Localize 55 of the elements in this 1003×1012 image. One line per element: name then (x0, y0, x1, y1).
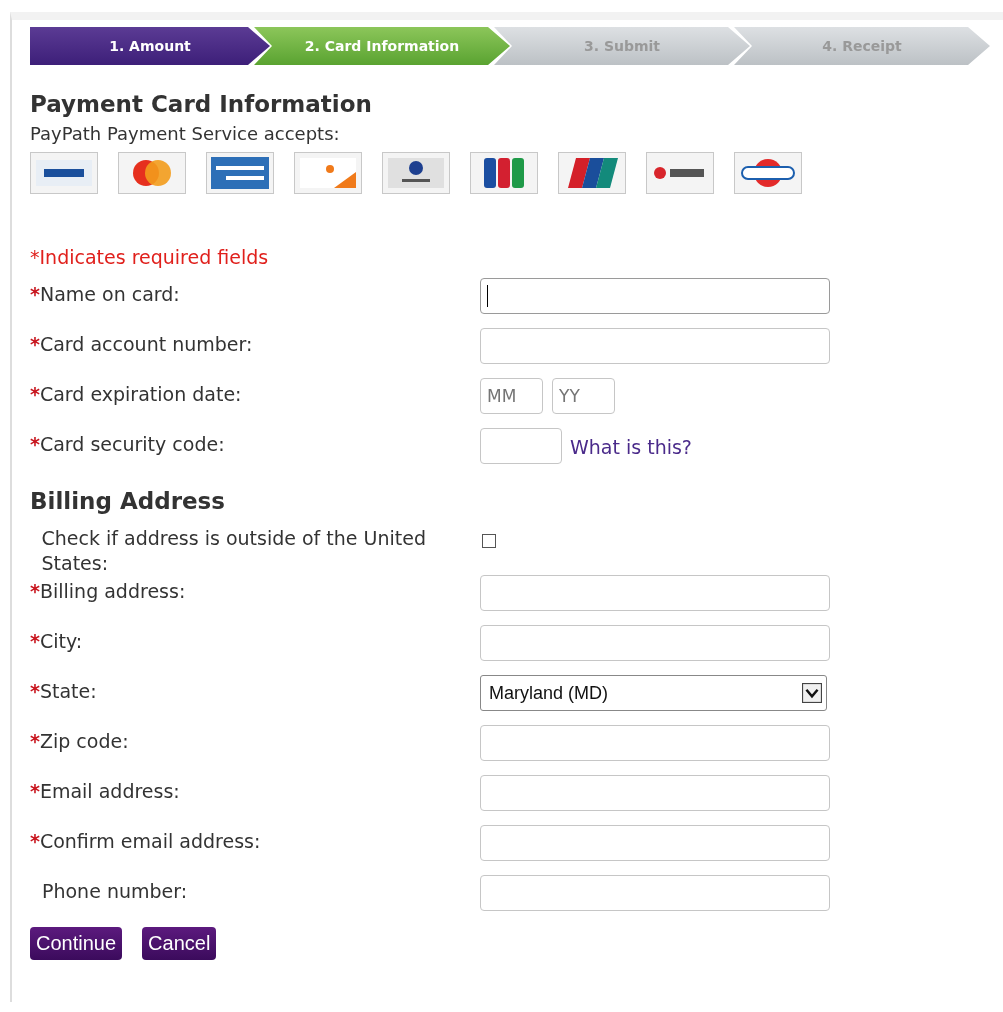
section-title: Payment Card Information (30, 91, 373, 117)
card-logo-icon (470, 152, 538, 194)
card-logo-icon (294, 152, 362, 194)
card-logo-icon (646, 152, 714, 194)
field-label: Billing address: (39, 579, 186, 605)
input-field[interactable] (480, 725, 830, 762)
progress-step: 2. Card Information (254, 27, 510, 65)
action-button[interactable]: Cancel (142, 927, 217, 961)
field-label: Confirm email address: (39, 829, 261, 855)
input-field[interactable] (480, 825, 830, 862)
progress-step: 3. Submit (494, 27, 750, 65)
year-field[interactable]: YY (552, 378, 615, 414)
field-label: Zip code: (39, 729, 129, 755)
required-mark: * (30, 729, 40, 755)
required-mark: * (30, 629, 40, 655)
month-field[interactable]: MM (480, 378, 543, 414)
required-mark: * (30, 432, 40, 457)
field-label: Phone number: (42, 879, 188, 905)
card-logo-icon (382, 152, 450, 194)
security-code-field[interactable] (480, 428, 562, 464)
required-mark: * (30, 332, 40, 357)
required-mark: * (30, 282, 40, 307)
required-mark: * (30, 679, 40, 705)
action-button[interactable]: Continue (30, 927, 123, 961)
field-label: Card security code: (39, 432, 225, 457)
input-field[interactable] (480, 278, 830, 314)
input-field[interactable] (480, 775, 830, 812)
input-field[interactable] (480, 625, 830, 662)
required-mark: * (30, 382, 40, 407)
field-label: Email address: (39, 779, 180, 805)
field-label: Name on card: (39, 282, 180, 307)
accepts-text: PayPath Payment Service accepts: (30, 123, 341, 144)
field-label: Check if address is outside of the United States: (41, 526, 427, 576)
field-label: Card account number: (39, 332, 253, 357)
card-logo-icon (558, 152, 626, 194)
field-label: State: (39, 679, 97, 705)
input-field[interactable] (480, 875, 830, 912)
card-logo-icon (206, 152, 274, 194)
state-dropdown[interactable]: Maryland (MD) (480, 675, 827, 712)
input-field[interactable] (480, 575, 830, 612)
input-field[interactable] (480, 328, 830, 364)
card-logo-icon (30, 152, 98, 194)
required-mark: * (30, 829, 40, 855)
field-label: Card expiration date: (39, 382, 242, 407)
field-label: City: (39, 629, 83, 655)
checkbox[interactable] (482, 534, 496, 548)
required-mark: * (30, 779, 40, 805)
section-title: Billing Address (30, 488, 226, 514)
progress-step: 1. Amount (30, 27, 270, 65)
help-link[interactable]: What is this? (570, 428, 692, 458)
required-mark: * (30, 579, 40, 605)
required-note: *Indicates required fields (30, 246, 270, 268)
progress-step: 4. Receipt (734, 27, 990, 65)
card-logo-icon (118, 152, 186, 194)
card-logo-icon (734, 152, 802, 194)
